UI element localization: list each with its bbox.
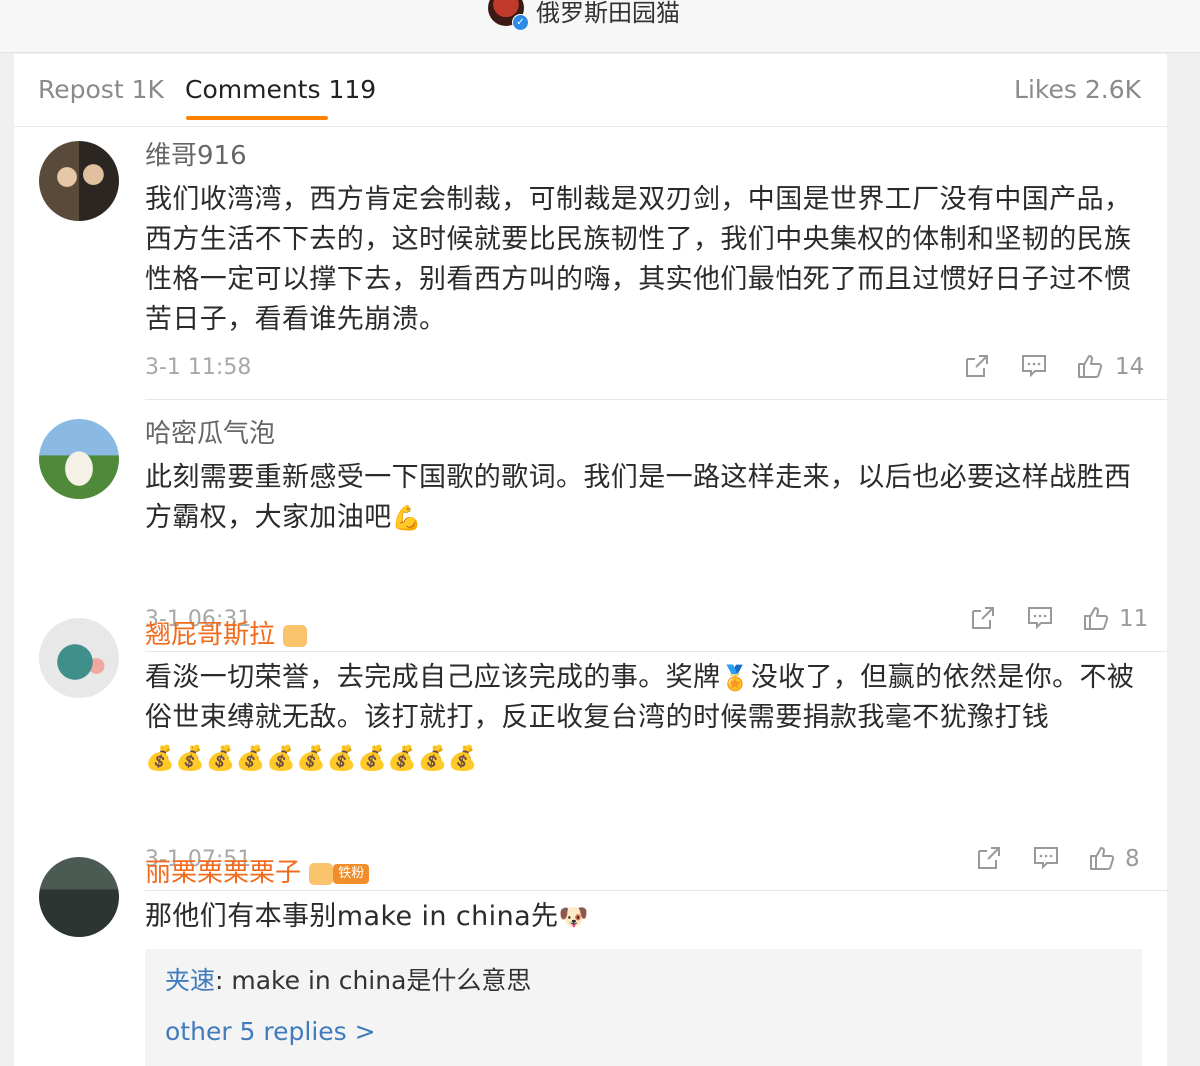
more-replies-link[interactable]: other 5 replies > (165, 1017, 376, 1047)
avatar[interactable] (39, 419, 119, 499)
share-icon[interactable] (976, 845, 1002, 871)
vip-crown-icon (283, 624, 308, 647)
tab-repost[interactable]: Repost 1K (38, 75, 164, 105)
comment-icon[interactable] (1027, 605, 1053, 631)
like-count: 8 (1125, 846, 1140, 872)
comment-text: 此刻需要重新感受一下国歌的歌词。我们是一路这样走来，以后也必要这样战胜西方霸权，… (145, 458, 1145, 538)
comment-author[interactable]: 维哥916 (145, 141, 247, 171)
thumbs-up-icon[interactable] (1083, 605, 1109, 631)
doge-icon: 🐶 (558, 903, 589, 931)
fan-badge: 铁粉 (333, 863, 370, 884)
active-tab-indicator (186, 116, 328, 120)
tab-likes[interactable]: Likes 2.6K (1014, 75, 1141, 105)
share-icon[interactable] (964, 353, 990, 379)
comment-text: 那他们有本事别make in china先🐶 (145, 897, 1145, 937)
poster-name[interactable]: 俄罗斯田园猫 (536, 0, 680, 26)
comments-card: Repost 1K Comments 119 Likes 2.6K 维哥916 … (14, 54, 1167, 1066)
reply-author[interactable]: 夹速 (165, 966, 215, 995)
avatar[interactable] (39, 857, 119, 937)
comment-author[interactable]: 翘屁哥斯拉 (145, 620, 308, 650)
comment-actions: 11 (970, 605, 1150, 635)
comment-author[interactable]: 哈密瓜气泡 (145, 419, 275, 449)
divider (145, 890, 1167, 891)
reply-text: : make in china是什么意思 (215, 966, 532, 995)
top-bar: ✓ 俄罗斯田园猫 (0, 0, 1200, 53)
comment-icon[interactable] (1021, 353, 1047, 379)
like-count: 14 (1115, 354, 1145, 380)
comment-actions: 8 (976, 845, 1156, 875)
medal-icon: 🏅 (720, 664, 751, 692)
tab-comments[interactable]: Comments 119 (185, 75, 376, 105)
reply-preview[interactable]: 夹速: make in china是什么意思 other 5 replies > (145, 949, 1142, 1066)
verified-badge-icon: ✓ (512, 14, 529, 31)
avatar[interactable] (39, 618, 119, 698)
flexed-bicep-icon: 💪 (391, 504, 422, 532)
comment-time: 3-1 11:58 (145, 355, 252, 380)
share-icon[interactable] (970, 605, 996, 631)
comment-text: 看淡一切荣誉，去完成自己应该完成的事。奖牌🏅没收了，但赢的依然是你。不被俗世束缚… (145, 658, 1145, 778)
divider (145, 651, 1167, 652)
vip-crown-icon (309, 862, 334, 885)
like-count: 11 (1119, 606, 1149, 632)
comment-icon[interactable] (1033, 845, 1059, 871)
tab-bar: Repost 1K Comments 119 Likes 2.6K (14, 54, 1167, 127)
thumbs-up-icon[interactable] (1089, 845, 1115, 871)
comment-author[interactable]: 丽栗栗栗栗子 铁粉 (145, 858, 370, 888)
thumbs-up-icon[interactable] (1077, 353, 1103, 379)
reply-line: 夹速: make in china是什么意思 (165, 966, 531, 996)
comment-actions: 14 (964, 353, 1144, 383)
avatar[interactable] (39, 141, 119, 221)
comment-text: 我们收湾湾，西方肯定会制裁，可制裁是双刃剑，中国是世界工厂没有中国产品，西方生活… (145, 184, 1132, 335)
divider (145, 399, 1167, 400)
money-bag-icon: 💰💰💰💰💰💰💰💰💰💰💰 (145, 744, 479, 772)
